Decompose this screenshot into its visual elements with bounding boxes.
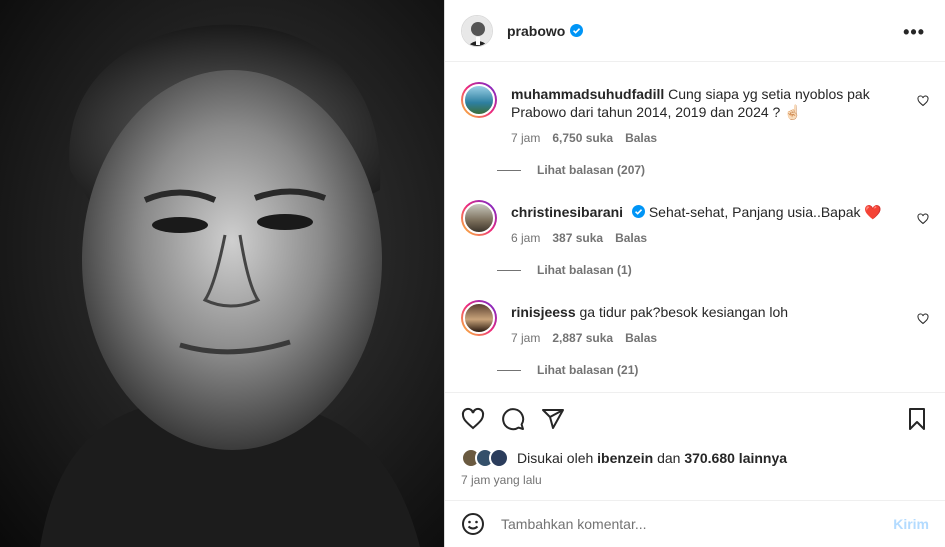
commenter-username[interactable]: christinesibarani	[511, 204, 623, 220]
commenter-username[interactable]: rinisjeess	[511, 304, 576, 320]
reply-button[interactable]: Balas	[625, 329, 657, 347]
post-timestamp[interactable]: 7 jam yang lalu	[461, 473, 542, 487]
post-comment-button[interactable]: Kirim	[893, 516, 929, 532]
comment-item: muhammadsuhudfadill Cung siapa yg setia …	[461, 82, 929, 162]
post-actions: Disukai oleh ibenzein dan 370.680 lainny…	[445, 392, 945, 500]
comment-input[interactable]: Tambahkan komentar...	[501, 516, 893, 532]
view-replies-label: Lihat balasan (207)	[537, 163, 646, 177]
liker-avatar[interactable]	[489, 448, 509, 468]
comment-likes[interactable]: 2,887 suka	[552, 329, 613, 347]
comment-likes[interactable]: 387 suka	[552, 229, 603, 247]
comment-bubble-icon[interactable]	[501, 407, 525, 431]
likes-middle: dan	[657, 450, 681, 466]
comment-like-icon[interactable]	[917, 95, 929, 107]
replies-divider	[497, 169, 521, 171]
commenter-avatar[interactable]	[461, 82, 497, 118]
share-send-icon[interactable]	[541, 407, 565, 431]
likes-summary: Disukai oleh ibenzein dan 370.680 lainny…	[461, 448, 787, 468]
verified-badge-icon	[570, 24, 584, 37]
view-replies-button[interactable]: Lihat balasan (207)	[497, 163, 645, 177]
comment-text: Sehat-sehat, Panjang usia..Bapak ❤️	[648, 204, 882, 220]
commenter-avatar[interactable]	[461, 300, 497, 336]
commenter-username[interactable]: muhammadsuhudfadill	[511, 86, 664, 102]
author-username[interactable]: prabowo	[507, 23, 565, 39]
post-header: prabowo •••	[445, 0, 945, 62]
comment-time[interactable]: 7 jam	[511, 129, 540, 147]
replies-divider	[497, 369, 521, 371]
like-heart-icon[interactable]	[461, 407, 485, 431]
commenter-avatar[interactable]	[461, 200, 497, 236]
add-comment-bar: Tambahkan komentar... Kirim	[445, 500, 945, 547]
liker-username[interactable]: ibenzein	[597, 450, 653, 466]
comment-like-icon[interactable]	[917, 313, 929, 325]
replies-divider	[497, 269, 521, 271]
emoji-icon[interactable]	[461, 512, 485, 536]
view-replies-button[interactable]: Lihat balasan (1)	[497, 263, 632, 277]
reply-button[interactable]: Balas	[625, 129, 657, 147]
post-sidebar: prabowo ••• muhammadsuhudfadill Cung sia…	[444, 0, 945, 547]
comment-time[interactable]: 6 jam	[511, 229, 540, 247]
comments-list: muhammadsuhudfadill Cung siapa yg setia …	[445, 63, 945, 391]
reply-button[interactable]: Balas	[615, 229, 647, 247]
post-photo[interactable]	[0, 0, 444, 547]
view-replies-label: Lihat balasan (21)	[537, 363, 639, 377]
verified-badge-icon	[631, 205, 645, 218]
comment-text: ga tidur pak?besok kesiangan loh	[579, 304, 789, 320]
comment-time[interactable]: 7 jam	[511, 329, 540, 347]
likes-prefix: Disukai oleh	[517, 450, 594, 466]
view-replies-button[interactable]: Lihat balasan (21)	[497, 363, 638, 377]
view-replies-label: Lihat balasan (1)	[537, 263, 632, 277]
comment-likes[interactable]: 6,750 suka	[552, 129, 613, 147]
likes-count[interactable]: 370.680 lainnya	[684, 450, 787, 466]
comment-like-icon[interactable]	[917, 213, 929, 225]
save-bookmark-icon[interactable]	[905, 407, 929, 431]
author-avatar[interactable]	[461, 14, 493, 47]
more-options-button[interactable]: •••	[903, 22, 925, 43]
